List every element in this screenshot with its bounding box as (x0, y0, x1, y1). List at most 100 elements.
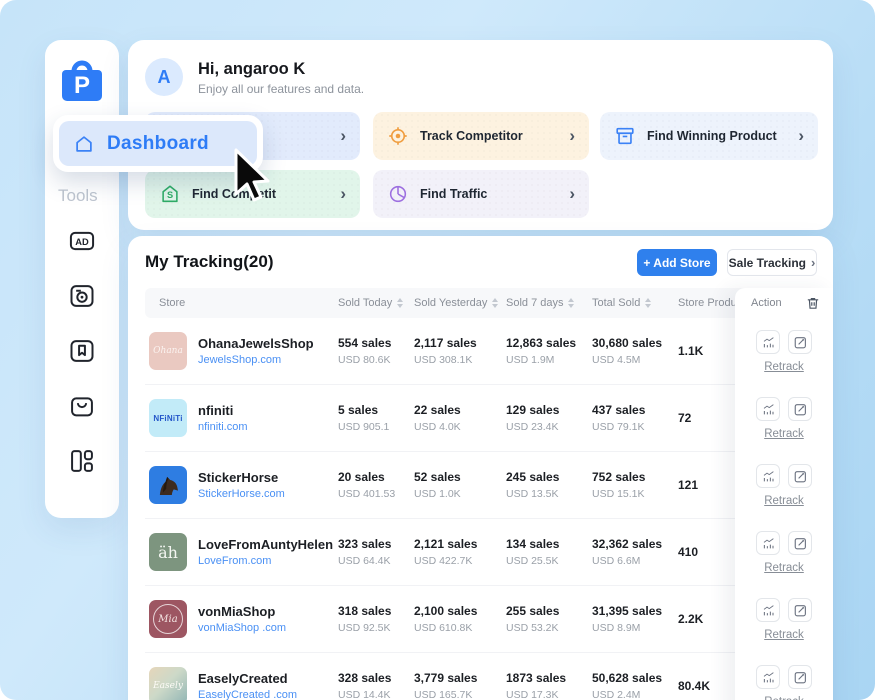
dashboard-tooltip: Dashboard (53, 115, 263, 172)
retrack-link[interactable]: Retrack (764, 696, 804, 700)
store-cell: NFiNiTi nfiniti nfiniti.com (145, 399, 338, 437)
stats-button[interactable] (756, 665, 780, 689)
stats-button[interactable] (756, 531, 780, 555)
sold-yesterday-cell: 2,100 salesUSD 610.8K (414, 604, 506, 634)
target-icon (387, 125, 409, 147)
sidebar-item-stores[interactable] (65, 389, 99, 423)
edit-button[interactable] (788, 464, 812, 488)
retrack-link[interactable]: Retrack (764, 562, 804, 574)
sold-yesterday-cell: 52 salesUSD 1.0K (414, 470, 506, 500)
chevron-right-icon: › (340, 126, 346, 146)
my-tracking-card: My Tracking(20) + Add Store Sale Trackin… (128, 236, 833, 700)
sold-today-cell: 323 salesUSD 64.4K (338, 537, 414, 567)
svg-text:P: P (74, 72, 90, 99)
sidebar-item-apps[interactable] (65, 444, 99, 478)
total-sold-cell: 437 salesUSD 79.1K (592, 403, 678, 433)
store-domain-link[interactable]: JewelsShop.com (198, 354, 314, 366)
app-logo-icon[interactable]: P (56, 54, 108, 106)
column-header-sold-7days[interactable]: Sold 7 days (506, 297, 592, 309)
action-row: Retrack (735, 452, 833, 519)
stats-button[interactable] (756, 464, 780, 488)
total-sold-cell: 752 salesUSD 15.1K (592, 470, 678, 500)
sidebar-item-saved[interactable] (65, 334, 99, 368)
column-header-sold-today[interactable]: Sold Today (338, 297, 414, 309)
edit-button[interactable] (788, 531, 812, 555)
edit-icon (793, 536, 808, 551)
sidebar-item-dashboard[interactable]: Dashboard (59, 121, 257, 166)
store-domain-link[interactable]: StickerHorse.com (198, 488, 285, 500)
store-logo: Easely (149, 667, 187, 700)
total-sold-cell: 30,680 salesUSD 4.5M (592, 336, 678, 366)
retrack-link[interactable]: Retrack (764, 495, 804, 507)
feature-card-find-competitor[interactable]: S Find Competit › (145, 170, 360, 218)
sidebar-tools: AD (45, 224, 119, 478)
sold-yesterday-cell: 22 salesUSD 4.0K (414, 403, 506, 433)
add-store-button[interactable]: + Add Store (637, 249, 717, 276)
retrack-link[interactable]: Retrack (764, 629, 804, 641)
sort-icon (397, 298, 403, 308)
sort-icon (645, 298, 651, 308)
chevron-right-icon: › (811, 255, 815, 270)
store-cell: StickerHorse StickerHorse.com (145, 466, 338, 504)
store-domain-link[interactable]: nfiniti.com (198, 421, 248, 433)
edit-icon (793, 335, 808, 350)
stats-button[interactable] (756, 330, 780, 354)
sold-yesterday-cell: 2,117 salesUSD 308.1K (414, 336, 506, 366)
store-domain-link[interactable]: EaselyCreated .com (198, 689, 297, 700)
store-name: vonMiaShop (198, 604, 286, 619)
action-row: Retrack (735, 653, 833, 700)
retrack-link[interactable]: Retrack (764, 361, 804, 373)
stats-button[interactable] (756, 598, 780, 622)
store-domain-link[interactable]: vonMiaShop .com (198, 622, 286, 634)
edit-button[interactable] (788, 598, 812, 622)
chevron-right-icon: › (340, 184, 346, 204)
tracking-title: My Tracking(20) (145, 252, 274, 272)
store-domain-link[interactable]: LoveFrom.com (198, 555, 333, 567)
action-row: Retrack (735, 586, 833, 653)
feature-label: Find Competit (192, 187, 276, 201)
store-products-cell: 1.1K (678, 344, 735, 358)
store-cell: Ohana OhanaJewelsShop JewelsShop.com (145, 332, 338, 370)
sidebar: P Tools AD (45, 40, 119, 518)
greeting-title: Hi, angaroo K (198, 60, 305, 79)
feature-card-track-competitor[interactable]: Track Competitor › (373, 112, 589, 160)
horse-icon (153, 470, 183, 500)
store-name: nfiniti (198, 403, 248, 418)
action-row: Retrack (735, 318, 833, 385)
greeting-subtitle: Enjoy all our features and data. (198, 82, 364, 96)
sale-tracking-button[interactable]: Sale Tracking › (727, 249, 817, 276)
store-cell: Mia vonMiaShop vonMiaShop .com (145, 600, 338, 638)
sold-7days-cell: 1873 salesUSD 17.3K (506, 671, 592, 700)
edit-button[interactable] (788, 665, 812, 689)
store-name: LoveFromAuntyHelen (198, 537, 333, 552)
pie-chart-icon (387, 183, 409, 205)
retrack-link[interactable]: Retrack (764, 428, 804, 440)
table-row: StickerHorse StickerHorse.com 20 salesUS… (145, 452, 735, 519)
edit-button[interactable] (788, 330, 812, 354)
column-header-sold-yesterday[interactable]: Sold Yesterday (414, 297, 506, 309)
store-products-cell: 121 (678, 478, 735, 492)
column-header-total-sold[interactable]: Total Sold (592, 297, 678, 309)
edit-button[interactable] (788, 397, 812, 421)
feature-card-find-winning-product[interactable]: Find Winning Product › (600, 112, 818, 160)
store-cell: äh LoveFromAuntyHelen LoveFrom.com (145, 533, 338, 571)
store-products-cell: 2.2K (678, 612, 735, 626)
column-header-store-products[interactable]: Store Products (678, 297, 735, 309)
sold-today-cell: 20 salesUSD 401.53 (338, 470, 414, 500)
feature-card-find-traffic[interactable]: Find Traffic › (373, 170, 589, 218)
chart-icon (761, 603, 776, 618)
total-sold-cell: 50,628 salesUSD 2.4M (592, 671, 678, 700)
trash-icon (805, 295, 821, 311)
total-sold-cell: 31,395 salesUSD 8.9M (592, 604, 678, 634)
chart-icon (761, 670, 776, 685)
chart-icon (761, 469, 776, 484)
sidebar-item-product-research[interactable] (65, 279, 99, 313)
store-cell: Easely EaselyCreated EaselyCreated .com (145, 667, 338, 700)
sidebar-item-ads[interactable]: AD (65, 224, 99, 258)
chart-icon (761, 536, 776, 551)
feature-label: Find Traffic (420, 187, 487, 201)
home-icon (73, 133, 95, 155)
store-logo: NFiNiTi (149, 399, 187, 437)
stats-button[interactable] (756, 397, 780, 421)
delete-stores-button[interactable] (805, 295, 821, 311)
